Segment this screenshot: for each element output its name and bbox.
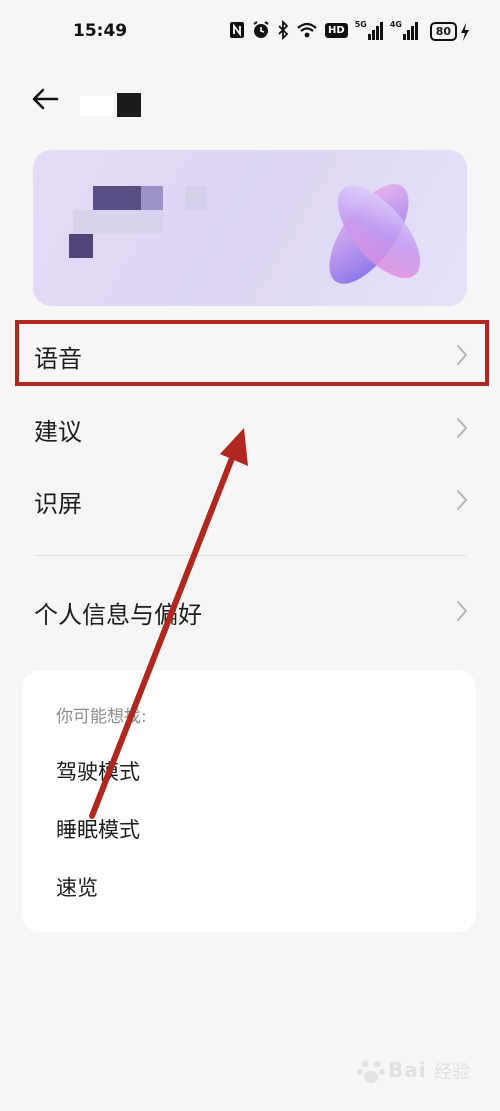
status-bar: 15:49 HD 5G 4G 80 <box>0 0 500 62</box>
menu-item-suggestions[interactable]: 建议 <box>0 393 500 463</box>
wifi-icon <box>297 22 317 38</box>
menu-item-label: 个人信息与偏好 <box>34 601 202 629</box>
signal-5g-icon: 5G <box>355 20 383 40</box>
status-time: 15:49 <box>73 21 128 41</box>
suggestion-item-driving-mode[interactable]: 驾驶模式 <box>56 756 140 786</box>
redacted-text-block <box>69 234 93 258</box>
bluetooth-icon <box>278 20 289 40</box>
battery-icon: 80 <box>429 22 470 41</box>
watermark-logo: Bai 经验 <box>356 1052 486 1092</box>
redacted-text-block <box>141 186 163 210</box>
paw-icon <box>357 1060 385 1083</box>
status-icons: HD 5G 4G <box>229 20 418 40</box>
menu-item-label: 建议 <box>34 418 82 446</box>
suggestion-item-quick-view[interactable]: 速览 <box>56 872 98 902</box>
title-redacted-part <box>80 96 114 116</box>
suggestions-card: 你可能想找: 驾驶模式 睡眠模式 速览 <box>22 670 476 932</box>
hd-icon: HD <box>325 22 348 38</box>
assistant-banner[interactable] <box>33 150 467 306</box>
watermark-brand: Bai <box>388 1058 427 1082</box>
annotation-highlight-box <box>15 320 489 386</box>
signal-4g-icon: 4G <box>390 20 418 40</box>
menu-item-label: 识屏 <box>34 490 82 518</box>
redacted-text-block <box>93 186 141 210</box>
suggestions-heading: 你可能想找: <box>56 707 147 727</box>
signal-5g-label: 5G <box>354 20 367 29</box>
back-arrow-icon[interactable] <box>30 86 60 112</box>
nfc-icon <box>230 22 245 38</box>
redacted-text-block <box>73 210 163 234</box>
title-redacted-block <box>117 93 141 117</box>
chevron-right-icon <box>457 601 467 621</box>
charging-icon <box>461 22 469 41</box>
suggestion-item-sleep-mode[interactable]: 睡眠模式 <box>56 814 140 844</box>
chevron-right-icon <box>457 490 467 510</box>
alarm-icon <box>253 21 269 38</box>
redacted-text-block <box>185 186 207 210</box>
chevron-right-icon <box>457 418 467 438</box>
signal-4g-label: 4G <box>389 20 402 29</box>
watermark-suffix: 经验 <box>434 1062 470 1083</box>
battery-level: 80 <box>429 22 457 41</box>
divider <box>34 555 466 556</box>
assistant-logo-icon <box>329 184 421 284</box>
menu-item-screen-recognition[interactable]: 识屏 <box>0 465 500 535</box>
menu-item-personal-info[interactable]: 个人信息与偏好 <box>0 576 500 646</box>
